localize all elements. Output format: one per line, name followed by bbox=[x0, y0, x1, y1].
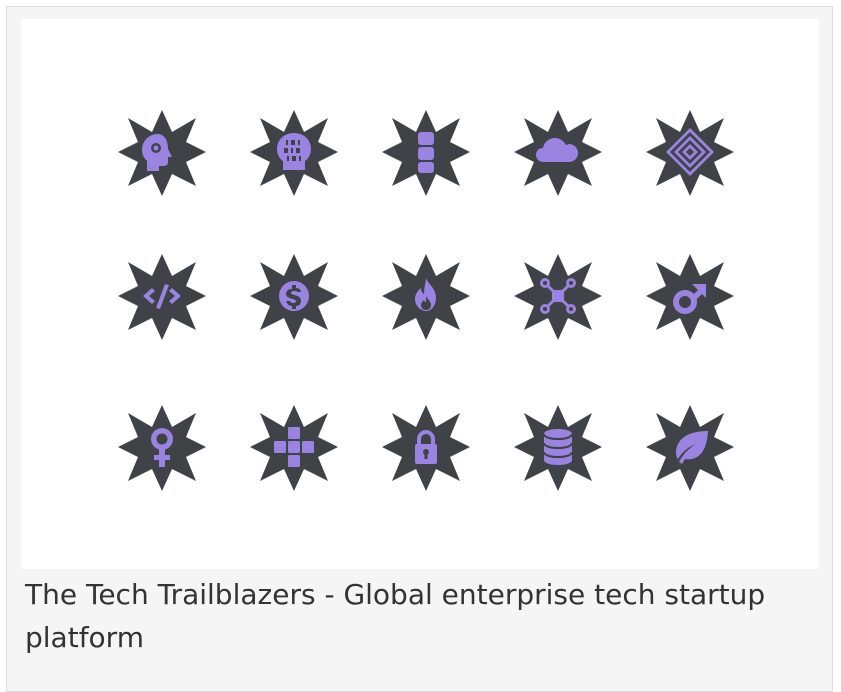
leaf-icon bbox=[642, 399, 738, 495]
layered-diamond-icon bbox=[642, 104, 738, 200]
media-card: The Tech Trailblazers - Global enterpris… bbox=[6, 6, 833, 692]
server-stack-icon bbox=[378, 104, 474, 200]
image-caption: The Tech Trailblazers - Global enterpris… bbox=[25, 578, 766, 654]
network-nodes-icon bbox=[510, 248, 606, 344]
padlock-icon bbox=[378, 399, 474, 495]
dollar-coin-icon bbox=[246, 248, 342, 344]
database-icon bbox=[510, 399, 606, 495]
cloud-icon bbox=[510, 104, 606, 200]
code-brackets-icon bbox=[114, 248, 210, 344]
head-gear-icon bbox=[114, 104, 210, 200]
puzzle-cross-icon bbox=[246, 399, 342, 495]
binary-head-icon bbox=[246, 104, 342, 200]
fire-icon bbox=[378, 248, 474, 344]
female-symbol-icon bbox=[114, 399, 210, 495]
male-symbol-icon bbox=[642, 248, 738, 344]
badge-grid-image bbox=[21, 19, 819, 569]
